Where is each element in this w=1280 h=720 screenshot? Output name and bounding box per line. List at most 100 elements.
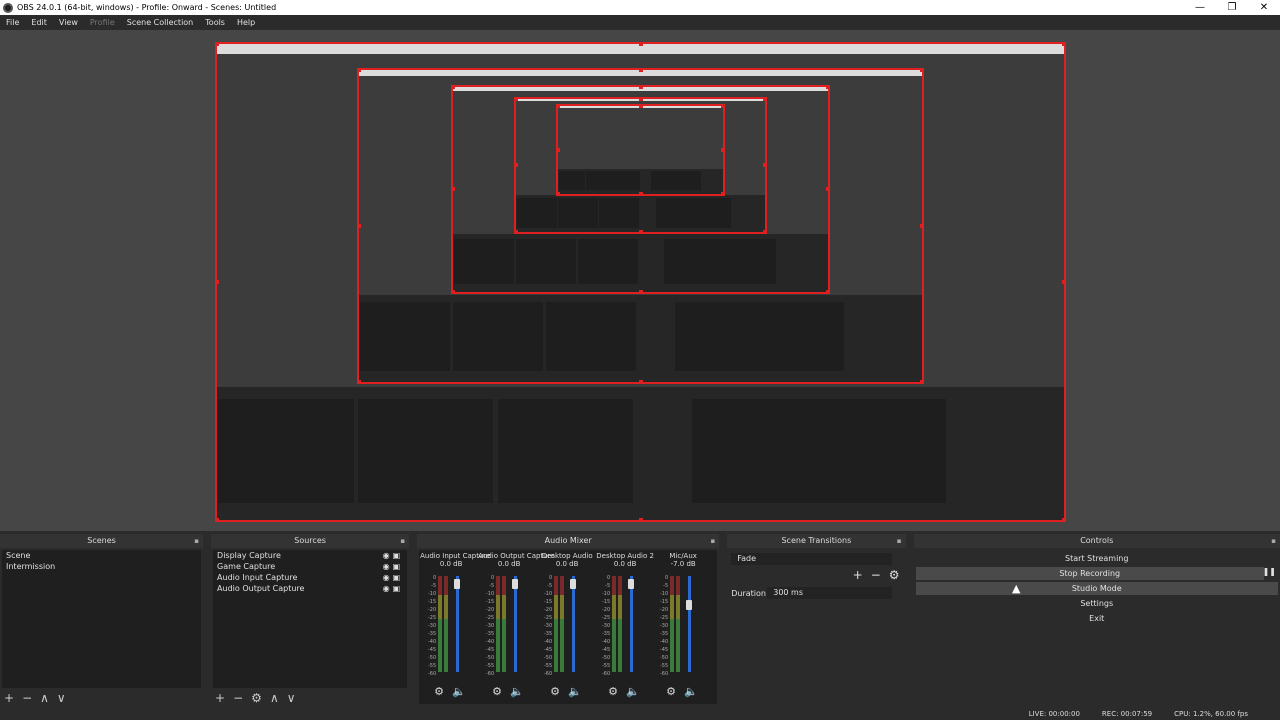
gear-icon[interactable]: ⚙ <box>608 685 618 698</box>
nested-dock-panel <box>545 302 636 372</box>
volume-slider-handle[interactable] <box>454 578 461 589</box>
visibility-lock-icon[interactable]: ◉▣ <box>383 550 404 561</box>
pin-icon[interactable]: ▪ <box>1271 534 1276 548</box>
dock-area: Scenes ▪ Scene Intermission + − ∧ ∨ Source… <box>0 534 1280 708</box>
volume-slider[interactable] <box>630 576 634 672</box>
menu-view[interactable]: View <box>59 18 78 27</box>
source-item[interactable]: Display Capture ◉▣ <box>213 550 407 561</box>
scale-tick-label: -60 <box>485 671 495 677</box>
volume-slider[interactable] <box>514 576 518 672</box>
controls-dock: Controls ▪ Start Streaming Stop Recording S… <box>913 534 1280 708</box>
remove-icon[interactable]: − <box>22 691 32 705</box>
speaker-icon[interactable]: 🔈 <box>568 685 582 698</box>
add-icon[interactable]: + <box>215 691 225 705</box>
visibility-lock-icon[interactable]: ◉▣ <box>383 561 404 572</box>
move-down-icon[interactable]: ∨ <box>57 691 66 705</box>
gear-icon[interactable]: ⚙ <box>666 685 676 698</box>
gear-icon[interactable]: ⚙ <box>492 685 502 698</box>
menu-tools[interactable]: Tools <box>205 18 225 27</box>
resize-handle <box>638 85 643 90</box>
transition-select[interactable]: Fade <box>731 553 892 565</box>
move-up-icon[interactable]: ∧ <box>40 691 49 705</box>
menu-edit[interactable]: Edit <box>31 18 47 27</box>
scenes-dock: Scenes ▪ Scene Intermission + − ∧ ∨ <box>0 534 204 708</box>
scale-tick-label: -50 <box>485 655 495 661</box>
close-button[interactable]: ✕ <box>1248 2 1280 13</box>
duration-input[interactable]: 300 ms <box>767 587 892 599</box>
scale-tick-label: -55 <box>427 663 437 669</box>
volume-slider-handle[interactable] <box>686 599 693 610</box>
scale-tick-label: 0 <box>548 575 553 581</box>
meter-scale: 0 -5 -10 -15 -20 -25 -30 -35 -40 -45 -50 -55 -60 <box>654 574 668 678</box>
source-item[interactable]: Audio Input Capture ◉▣ <box>213 572 407 583</box>
scale-tick-label: -5 <box>431 583 437 589</box>
gear-icon[interactable]: ⚙ <box>251 691 262 705</box>
remove-icon[interactable]: − <box>233 691 243 705</box>
pause-recording-button[interactable]: ❚❚ <box>1263 567 1276 576</box>
controls-title: Controls <box>1080 536 1114 545</box>
scale-tick-label: 0 <box>606 575 611 581</box>
volume-slider[interactable] <box>456 576 460 672</box>
scale-tick-label: -45 <box>543 647 553 653</box>
scene-item[interactable]: Scene <box>2 550 201 561</box>
nested-dock-panel <box>716 239 777 285</box>
volume-meter <box>618 576 623 672</box>
source-item[interactable]: Game Capture ◉▣ <box>213 561 407 572</box>
remove-icon[interactable]: − <box>871 568 881 582</box>
scale-tick-label: -20 <box>543 607 553 613</box>
speaker-icon[interactable]: 🔈 <box>452 685 466 698</box>
add-icon[interactable]: + <box>4 691 14 705</box>
volume-slider-handle[interactable] <box>628 578 635 589</box>
pin-icon[interactable]: ▪ <box>710 534 715 548</box>
sources-list[interactable]: Display Capture ◉▣ Game Capture ◉▣ Audio Inp… <box>213 550 408 688</box>
scale-tick-label: -50 <box>601 655 611 661</box>
move-down-icon[interactable]: ∨ <box>287 691 296 705</box>
exit-button[interactable]: Exit <box>915 612 1278 625</box>
meter-scale: 0 -5 -10 -15 -20 -25 -30 -35 -40 -45 -50 -55 -60 <box>596 574 610 678</box>
pin-icon[interactable]: ▪ <box>400 534 405 548</box>
gear-icon[interactable]: ⚙ <box>434 685 444 698</box>
scale-tick-label: -45 <box>427 647 437 653</box>
cpu-fps: CPU: 1.2%, 60.00 fps <box>1174 710 1248 718</box>
visibility-lock-icon[interactable]: ◉▣ <box>383 583 404 594</box>
restore-button[interactable]: ❐ <box>1216 2 1248 13</box>
menu-profile[interactable]: Profile <box>90 18 115 27</box>
stop-recording-button[interactable]: Stop Recording <box>915 567 1264 580</box>
visibility-lock-icon[interactable]: ◉▣ <box>383 572 404 583</box>
scale-tick-label: -10 <box>543 591 553 597</box>
nested-dock-panel <box>558 198 598 228</box>
resize-handle <box>451 85 456 90</box>
pin-icon[interactable]: ▪ <box>897 534 902 548</box>
nested-dock-panel <box>452 302 543 372</box>
source-item[interactable]: Audio Output Capture ◉▣ <box>213 583 407 594</box>
speaker-icon[interactable]: 🔈 <box>684 685 698 698</box>
volume-slider-handle[interactable] <box>512 578 519 589</box>
speaker-icon[interactable]: 🔈 <box>510 685 524 698</box>
add-icon[interactable]: + <box>853 568 863 582</box>
gear-icon[interactable]: ⚙ <box>889 568 900 582</box>
preview-canvas[interactable] <box>0 30 1280 531</box>
volume-meter <box>438 576 443 672</box>
resize-handle <box>555 147 560 152</box>
move-up-icon[interactable]: ∧ <box>270 691 279 705</box>
menu-scene-collection[interactable]: Scene Collection <box>127 18 194 27</box>
scene-item[interactable]: Intermission <box>2 561 201 572</box>
resize-handle <box>215 42 219 46</box>
meter-scale: 0 -5 -10 -15 -20 -25 -30 -35 -40 -45 -50 -55 -60 <box>538 574 552 678</box>
gear-icon[interactable]: ⚙ <box>550 685 560 698</box>
menu-file[interactable]: File <box>6 18 19 27</box>
volume-slider[interactable] <box>688 576 692 672</box>
studio-mode-button[interactable]: Studio Mode <box>915 582 1278 595</box>
pin-icon[interactable]: ▪ <box>194 534 199 548</box>
resize-handle <box>1062 280 1066 284</box>
volume-meter <box>560 576 565 672</box>
scenes-list[interactable]: Scene Intermission <box>2 550 202 688</box>
menu-help[interactable]: Help <box>237 18 255 27</box>
scale-tick-label: -30 <box>659 623 669 629</box>
minimize-button[interactable]: — <box>1184 2 1216 13</box>
volume-slider[interactable] <box>572 576 576 672</box>
volume-slider-handle[interactable] <box>570 578 577 589</box>
start-streaming-button[interactable]: Start Streaming <box>915 552 1278 565</box>
speaker-icon[interactable]: 🔈 <box>626 685 640 698</box>
settings-button[interactable]: Settings <box>915 597 1278 610</box>
